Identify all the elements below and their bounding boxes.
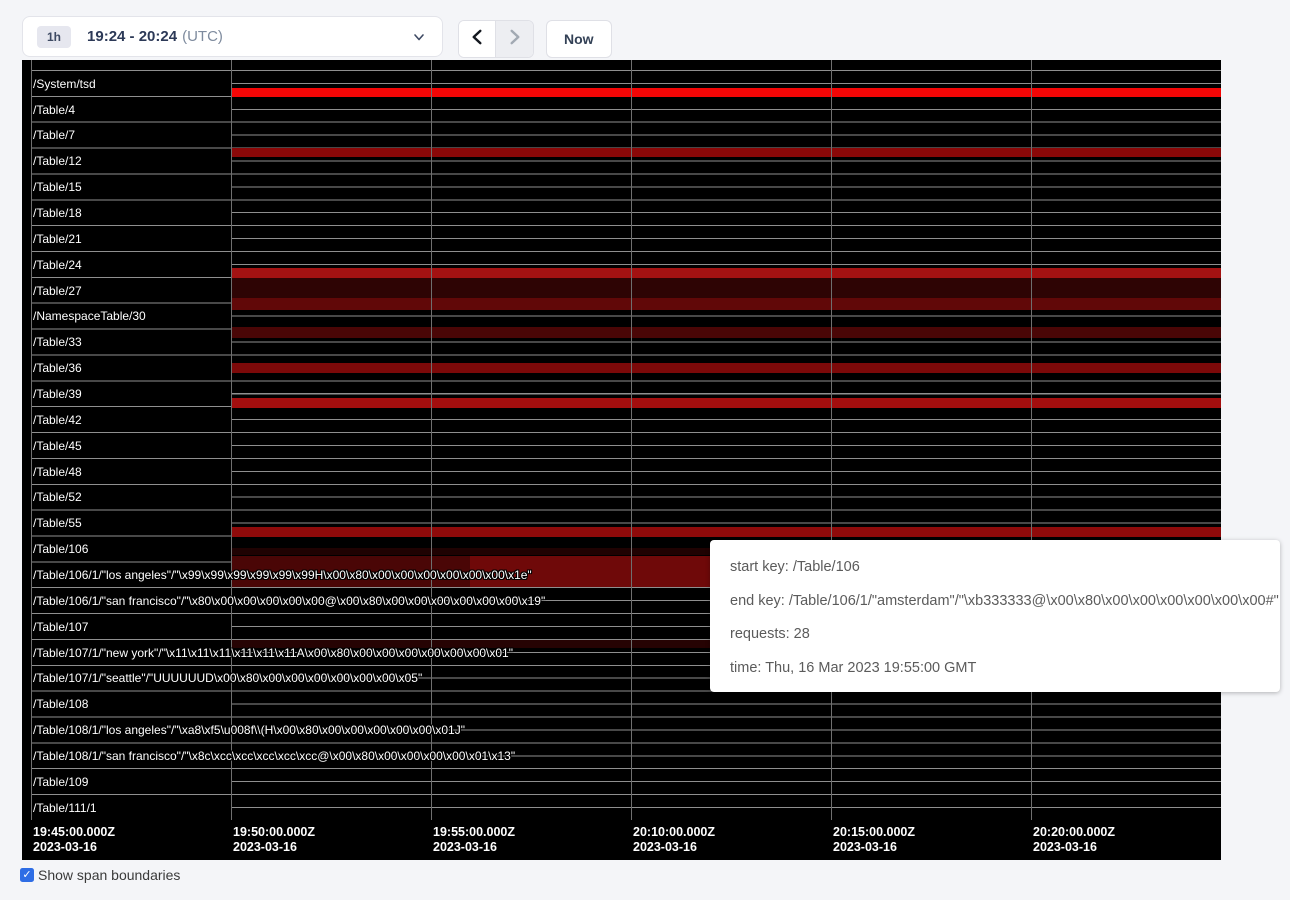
span-boundaries-control: ✓ Show span boundaries — [20, 867, 180, 883]
span-tooltip: start key: /Table/106end key: /Table/106… — [710, 540, 1280, 692]
tick-date: 2023-03-16 — [633, 840, 715, 855]
heat-band — [231, 278, 1221, 298]
row-label: /Table/7 — [33, 122, 75, 148]
row-label: /Table/107/1/"new york"/"\x11\x11\x11\x1… — [33, 640, 513, 666]
row-label: /Table/27 — [33, 278, 82, 304]
row-label: /Table/4 — [33, 97, 75, 123]
tick-time: 20:15:00.000Z — [833, 825, 915, 840]
row-label: /Table/33 — [33, 329, 82, 355]
time-gridline — [31, 60, 32, 820]
x-axis-tick: 20:15:00.000Z2023-03-16 — [833, 825, 915, 855]
row-label: /Table/107/1/"seattle"/"UUUUUUD\x00\x80\… — [33, 665, 422, 691]
row-label: /Table/45 — [33, 433, 82, 459]
time-gridline — [631, 60, 632, 820]
time-gridline — [231, 60, 232, 820]
row-label: /Table/52 — [33, 484, 82, 510]
row-label: /Table/107 — [33, 614, 88, 640]
tick-time: 20:10:00.000Z — [633, 825, 715, 840]
x-axis-tick: 19:45:00.000Z2023-03-16 — [33, 825, 115, 855]
tick-time: 19:55:00.000Z — [433, 825, 515, 840]
gridlines-chart-area — [231, 70, 1221, 818]
next-time-button[interactable] — [496, 21, 533, 57]
time-gridline — [431, 60, 432, 820]
heat-band — [231, 298, 1221, 310]
row-label: /Table/48 — [33, 459, 82, 485]
key-visualizer-page: 1h 19:24 - 20:24 (UTC) Now /System/tsd/T… — [0, 0, 1290, 900]
duration-badge: 1h — [37, 26, 71, 48]
row-label: /Table/106/1/"los angeles"/"\x99\x99\x99… — [33, 562, 532, 588]
span-boundaries-label: Show span boundaries — [38, 867, 180, 883]
heat-band — [231, 148, 1221, 157]
time-gridline — [1031, 60, 1032, 820]
row-label: /System/tsd — [33, 71, 96, 97]
row-label: /Table/42 — [33, 407, 82, 433]
row-label: /Table/24 — [33, 252, 82, 278]
time-nav-group — [458, 20, 534, 58]
tooltip-line: time: Thu, 16 Mar 2023 19:55:00 GMT — [730, 652, 1260, 686]
row-label: /Table/109 — [33, 769, 88, 795]
tick-date: 2023-03-16 — [33, 840, 115, 855]
tick-time: 19:45:00.000Z — [33, 825, 115, 840]
tick-date: 2023-03-16 — [833, 840, 915, 855]
time-gridline — [831, 60, 832, 820]
row-label: /Table/36 — [33, 355, 82, 381]
heat-band — [231, 88, 1221, 97]
tick-date: 2023-03-16 — [433, 840, 515, 855]
tick-time: 19:50:00.000Z — [233, 825, 315, 840]
row-label: /Table/106/1/"san francisco"/"\x80\x00\x… — [33, 588, 545, 614]
span-boundaries-checkbox[interactable]: ✓ — [20, 868, 34, 882]
row-label: /Table/108/1/"los angeles"/"\xa8\xf5\u00… — [33, 717, 465, 743]
row-label: /Table/12 — [33, 148, 82, 174]
row-label: /Table/55 — [33, 510, 82, 536]
heat-band — [231, 398, 1221, 408]
tooltip-line: start key: /Table/106 — [730, 551, 1260, 585]
prev-time-button[interactable] — [459, 21, 496, 57]
row-label: /Table/39 — [33, 381, 82, 407]
heat-band — [231, 327, 1221, 338]
heat-band — [231, 363, 1221, 373]
tick-date: 2023-03-16 — [1033, 840, 1115, 855]
tooltip-line: end key: /Table/106/1/"amsterdam"/"\xb33… — [730, 585, 1260, 619]
row-label: /Table/111/1 — [33, 795, 97, 821]
row-label: /Table/108/1/"san francisco"/"\x8c\xcc\x… — [33, 743, 515, 769]
x-axis-tick: 19:55:00.000Z2023-03-16 — [433, 825, 515, 855]
x-axis-tick: 20:20:00.000Z2023-03-16 — [1033, 825, 1115, 855]
time-range-label: 19:24 - 20:24 — [87, 28, 177, 45]
heatmap-canvas[interactable]: /System/tsd/Table/4/Table/7/Table/12/Tab… — [22, 60, 1221, 860]
row-label: /Table/108 — [33, 691, 88, 717]
x-axis-tick: 20:10:00.000Z2023-03-16 — [633, 825, 715, 855]
chevron-right-icon — [508, 29, 522, 50]
row-label: /Table/15 — [33, 174, 82, 200]
row-label: /NamespaceTable/30 — [33, 303, 146, 329]
time-range-dropdown[interactable]: 1h 19:24 - 20:24 (UTC) — [22, 16, 443, 57]
row-label: /Table/18 — [33, 200, 82, 226]
tick-time: 20:20:00.000Z — [1033, 825, 1115, 840]
heat-band — [231, 527, 1221, 537]
timezone-label: (UTC) — [182, 28, 223, 45]
row-label: /Table/106 — [33, 536, 88, 562]
heat-band — [231, 268, 1221, 278]
now-button[interactable]: Now — [546, 20, 612, 58]
x-axis-tick: 19:50:00.000Z2023-03-16 — [233, 825, 315, 855]
tick-date: 2023-03-16 — [233, 840, 315, 855]
tooltip-line: requests: 28 — [730, 618, 1260, 652]
row-label: /Table/21 — [33, 226, 82, 252]
chevron-left-icon — [470, 29, 484, 50]
chevron-down-icon — [412, 30, 426, 44]
